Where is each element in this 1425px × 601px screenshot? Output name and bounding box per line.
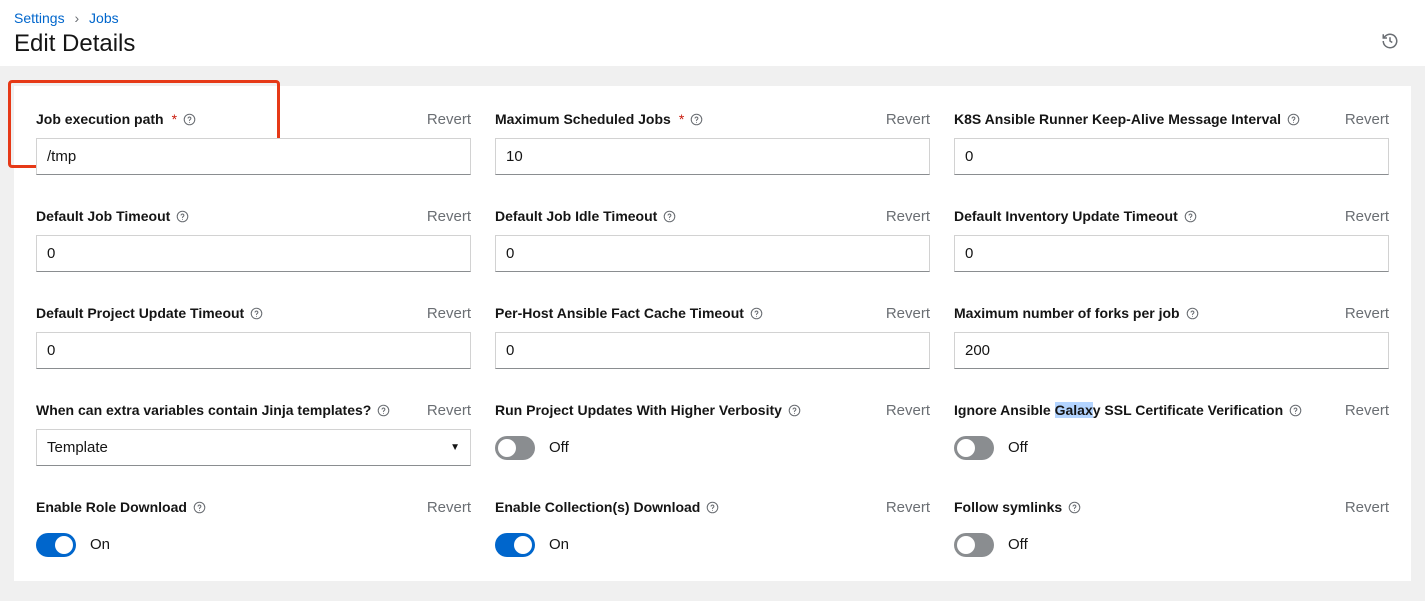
revert-button[interactable]: Revert <box>427 499 471 516</box>
input-default-job-idle[interactable] <box>495 235 930 272</box>
input-per-host-fact[interactable] <box>495 332 930 369</box>
toggle-state-label: Off <box>1008 536 1028 553</box>
revert-button[interactable]: Revert <box>427 305 471 322</box>
toggle-state-label: Off <box>1008 439 1028 456</box>
field-max-forks: Maximum number of forks per job Revert <box>954 302 1389 369</box>
history-icon[interactable] <box>1381 32 1399 55</box>
label-default-job-timeout: Default Job Timeout <box>36 208 170 224</box>
toggle-state-label: On <box>90 536 110 553</box>
help-icon[interactable] <box>1184 210 1197 223</box>
revert-button[interactable]: Revert <box>886 402 930 419</box>
label-enable-coll-dl: Enable Collection(s) Download <box>495 499 700 515</box>
help-icon[interactable] <box>176 210 189 223</box>
toggle-ignore-galaxy[interactable] <box>954 436 994 460</box>
help-icon[interactable] <box>690 113 703 126</box>
input-default-job-timeout[interactable] <box>36 235 471 272</box>
field-follow-symlinks: Follow symlinks Revert Off <box>954 496 1389 563</box>
chevron-right-icon: › <box>74 10 79 26</box>
page-title: Edit Details <box>14 30 1411 58</box>
revert-button[interactable]: Revert <box>1345 402 1389 419</box>
label-max-forks: Maximum number of forks per job <box>954 305 1180 321</box>
help-icon[interactable] <box>1068 501 1081 514</box>
input-default-inv-update[interactable] <box>954 235 1389 272</box>
field-extra-vars-jinja: When can extra variables contain Jinja t… <box>36 399 471 466</box>
label-default-proj-update: Default Project Update Timeout <box>36 305 244 321</box>
help-icon[interactable] <box>377 404 390 417</box>
input-default-proj-update[interactable] <box>36 332 471 369</box>
field-enable-role-dl: Enable Role Download Revert On <box>36 496 471 563</box>
form-card: Job execution path * Revert Maximum Sche… <box>14 86 1411 581</box>
help-icon[interactable] <box>663 210 676 223</box>
help-icon[interactable] <box>706 501 719 514</box>
input-max-forks[interactable] <box>954 332 1389 369</box>
breadcrumb-current[interactable]: Jobs <box>89 10 119 26</box>
input-job-exec-path[interactable] <box>36 138 471 175</box>
field-ignore-galaxy: Ignore Ansible Galaxy SSL Certificate Ve… <box>954 399 1389 466</box>
field-per-host-fact: Per-Host Ansible Fact Cache Timeout Reve… <box>495 302 930 369</box>
revert-button[interactable]: Revert <box>427 111 471 128</box>
label-default-inv-update: Default Inventory Update Timeout <box>954 208 1178 224</box>
breadcrumb-parent[interactable]: Settings <box>14 10 65 26</box>
required-asterisk: * <box>172 111 177 127</box>
help-icon[interactable] <box>788 404 801 417</box>
revert-button[interactable]: Revert <box>1345 305 1389 322</box>
toggle-follow-symlinks[interactable] <box>954 533 994 557</box>
label-k8s-keepalive: K8S Ansible Runner Keep-Alive Message In… <box>954 111 1281 127</box>
help-icon[interactable] <box>750 307 763 320</box>
revert-button[interactable]: Revert <box>1345 111 1389 128</box>
field-job-exec-path: Job execution path * Revert <box>36 108 471 175</box>
caret-down-icon: ▼ <box>450 442 460 453</box>
field-enable-coll-dl: Enable Collection(s) Download Revert On <box>495 496 930 563</box>
field-default-proj-update: Default Project Update Timeout Revert <box>36 302 471 369</box>
select-value: Template <box>47 439 108 456</box>
label-follow-symlinks: Follow symlinks <box>954 499 1062 515</box>
revert-button[interactable]: Revert <box>1345 499 1389 516</box>
revert-button[interactable]: Revert <box>886 305 930 322</box>
label-ignore-galaxy: Ignore Ansible Galaxy SSL Certificate Ve… <box>954 402 1283 418</box>
field-default-job-idle: Default Job Idle Timeout Revert <box>495 205 930 272</box>
content-band: Job execution path * Revert Maximum Sche… <box>0 66 1425 601</box>
page-header: Settings › Jobs Edit Details <box>0 0 1425 66</box>
help-icon[interactable] <box>1186 307 1199 320</box>
revert-button[interactable]: Revert <box>886 208 930 225</box>
toggle-enable-coll-dl[interactable] <box>495 533 535 557</box>
help-icon[interactable] <box>250 307 263 320</box>
label-max-sched-jobs: Maximum Scheduled Jobs <box>495 111 671 127</box>
select-extra-vars-jinja[interactable]: Template ▼ <box>36 429 471 466</box>
field-run-proj-verbose: Run Project Updates With Higher Verbosit… <box>495 399 930 466</box>
revert-button[interactable]: Revert <box>427 208 471 225</box>
revert-button[interactable]: Revert <box>886 111 930 128</box>
field-k8s-keepalive: K8S Ansible Runner Keep-Alive Message In… <box>954 108 1389 175</box>
label-default-job-idle: Default Job Idle Timeout <box>495 208 657 224</box>
input-max-sched-jobs[interactable] <box>495 138 930 175</box>
required-asterisk: * <box>679 111 684 127</box>
label-extra-vars-jinja: When can extra variables contain Jinja t… <box>36 402 371 418</box>
label-per-host-fact: Per-Host Ansible Fact Cache Timeout <box>495 305 744 321</box>
field-default-job-timeout: Default Job Timeout Revert <box>36 205 471 272</box>
toggle-enable-role-dl[interactable] <box>36 533 76 557</box>
label-enable-role-dl: Enable Role Download <box>36 499 187 515</box>
revert-button[interactable]: Revert <box>427 402 471 419</box>
revert-button[interactable]: Revert <box>1345 208 1389 225</box>
breadcrumb: Settings › Jobs <box>14 10 1411 26</box>
label-job-exec-path: Job execution path <box>36 111 164 127</box>
help-icon[interactable] <box>183 113 196 126</box>
input-k8s-keepalive[interactable] <box>954 138 1389 175</box>
field-default-inv-update: Default Inventory Update Timeout Revert <box>954 205 1389 272</box>
label-run-proj-verbose: Run Project Updates With Higher Verbosit… <box>495 402 782 418</box>
toggle-state-label: Off <box>549 439 569 456</box>
toggle-run-proj-verbose[interactable] <box>495 436 535 460</box>
field-max-sched-jobs: Maximum Scheduled Jobs * Revert <box>495 108 930 175</box>
help-icon[interactable] <box>193 501 206 514</box>
help-icon[interactable] <box>1289 404 1302 417</box>
help-icon[interactable] <box>1287 113 1300 126</box>
toggle-state-label: On <box>549 536 569 553</box>
revert-button[interactable]: Revert <box>886 499 930 516</box>
